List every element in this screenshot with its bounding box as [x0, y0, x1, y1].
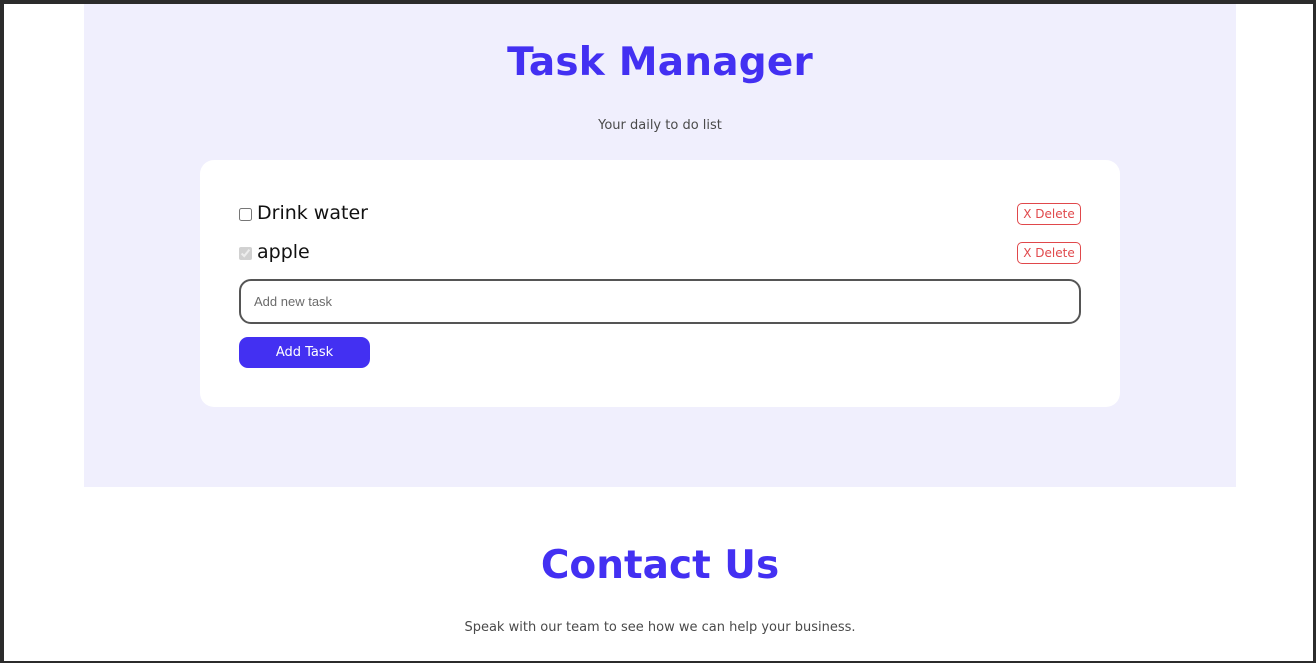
task-manager-subtitle: Your daily to do list — [598, 118, 722, 133]
task-item: apple X Delete — [239, 241, 1081, 265]
task-manager-section: Task Manager Your daily to do list Drink… — [84, 4, 1236, 487]
task-checkbox[interactable] — [239, 208, 252, 221]
new-task-input[interactable] — [239, 279, 1081, 324]
delete-task-button[interactable]: X Delete — [1017, 242, 1081, 264]
task-item: Drink water X Delete — [239, 202, 1081, 226]
task-label: apple — [257, 241, 310, 263]
task-card: Drink water X Delete apple X Delete Add … — [200, 160, 1120, 407]
contact-title: Contact Us — [540, 543, 780, 588]
task-manager-title: Task Manager — [507, 40, 813, 85]
task-checkbox[interactable] — [239, 247, 252, 260]
page-frame: Task Manager Your daily to do list Drink… — [0, 0, 1316, 663]
contact-subtitle: Speak with our team to see how we can he… — [464, 620, 856, 635]
task-label: Drink water — [257, 202, 368, 224]
add-task-button[interactable]: Add Task — [239, 337, 370, 368]
delete-task-button[interactable]: X Delete — [1017, 203, 1081, 225]
